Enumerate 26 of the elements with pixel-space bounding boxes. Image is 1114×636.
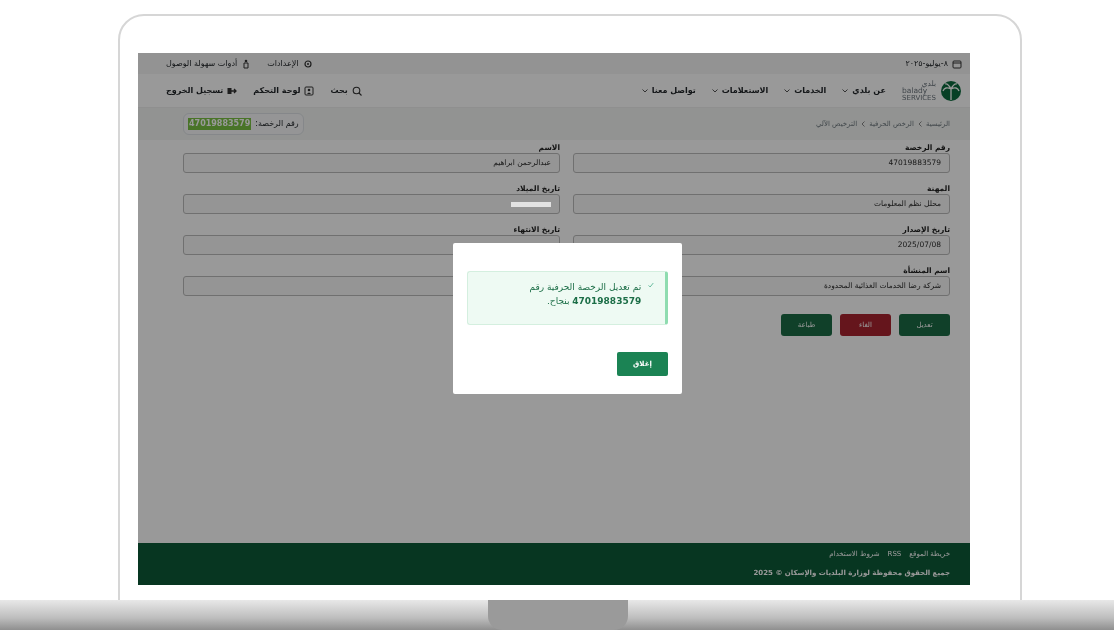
gear-icon: [302, 58, 313, 69]
top-bar-link[interactable]: أدوات سهولة الوصول: [166, 57, 238, 70]
chevron-down-icon: [711, 88, 718, 93]
check-icon: [647, 280, 655, 290]
user-card-icon: [304, 85, 315, 96]
nav-action-link[interactable]: بحث: [330, 84, 348, 97]
nav-action-link[interactable]: لوحة التحكم: [253, 84, 301, 97]
top-bar-link[interactable]: الإعدادات: [267, 57, 299, 70]
nav-menu-item[interactable]: تواصل معنا: [641, 84, 696, 97]
chevron-down-icon: [784, 88, 791, 93]
person-icon: [241, 58, 252, 69]
nav-menu-item[interactable]: الاستعلامات: [711, 84, 769, 97]
chevron-left-icon: [917, 121, 922, 127]
date-text: ٨-يوليو-٢٠٢٥: [905, 57, 948, 70]
palm-logo-icon: [940, 79, 962, 102]
nav-menu-item[interactable]: الخدمات: [784, 84, 827, 97]
chevron-down-icon: [641, 88, 648, 93]
search-icon: [351, 85, 362, 96]
input-field[interactable]: [183, 194, 560, 214]
redaction-block: [511, 201, 551, 207]
exit-arrow-icon: [227, 85, 238, 96]
nav-action-link[interactable]: تسجيل الخروج: [166, 84, 224, 97]
chevron-left-icon: [861, 121, 866, 127]
chevron-down-icon: [842, 88, 849, 93]
calendar-icon: [952, 58, 962, 69]
nav-menu-item[interactable]: عن بلدي: [842, 84, 887, 97]
